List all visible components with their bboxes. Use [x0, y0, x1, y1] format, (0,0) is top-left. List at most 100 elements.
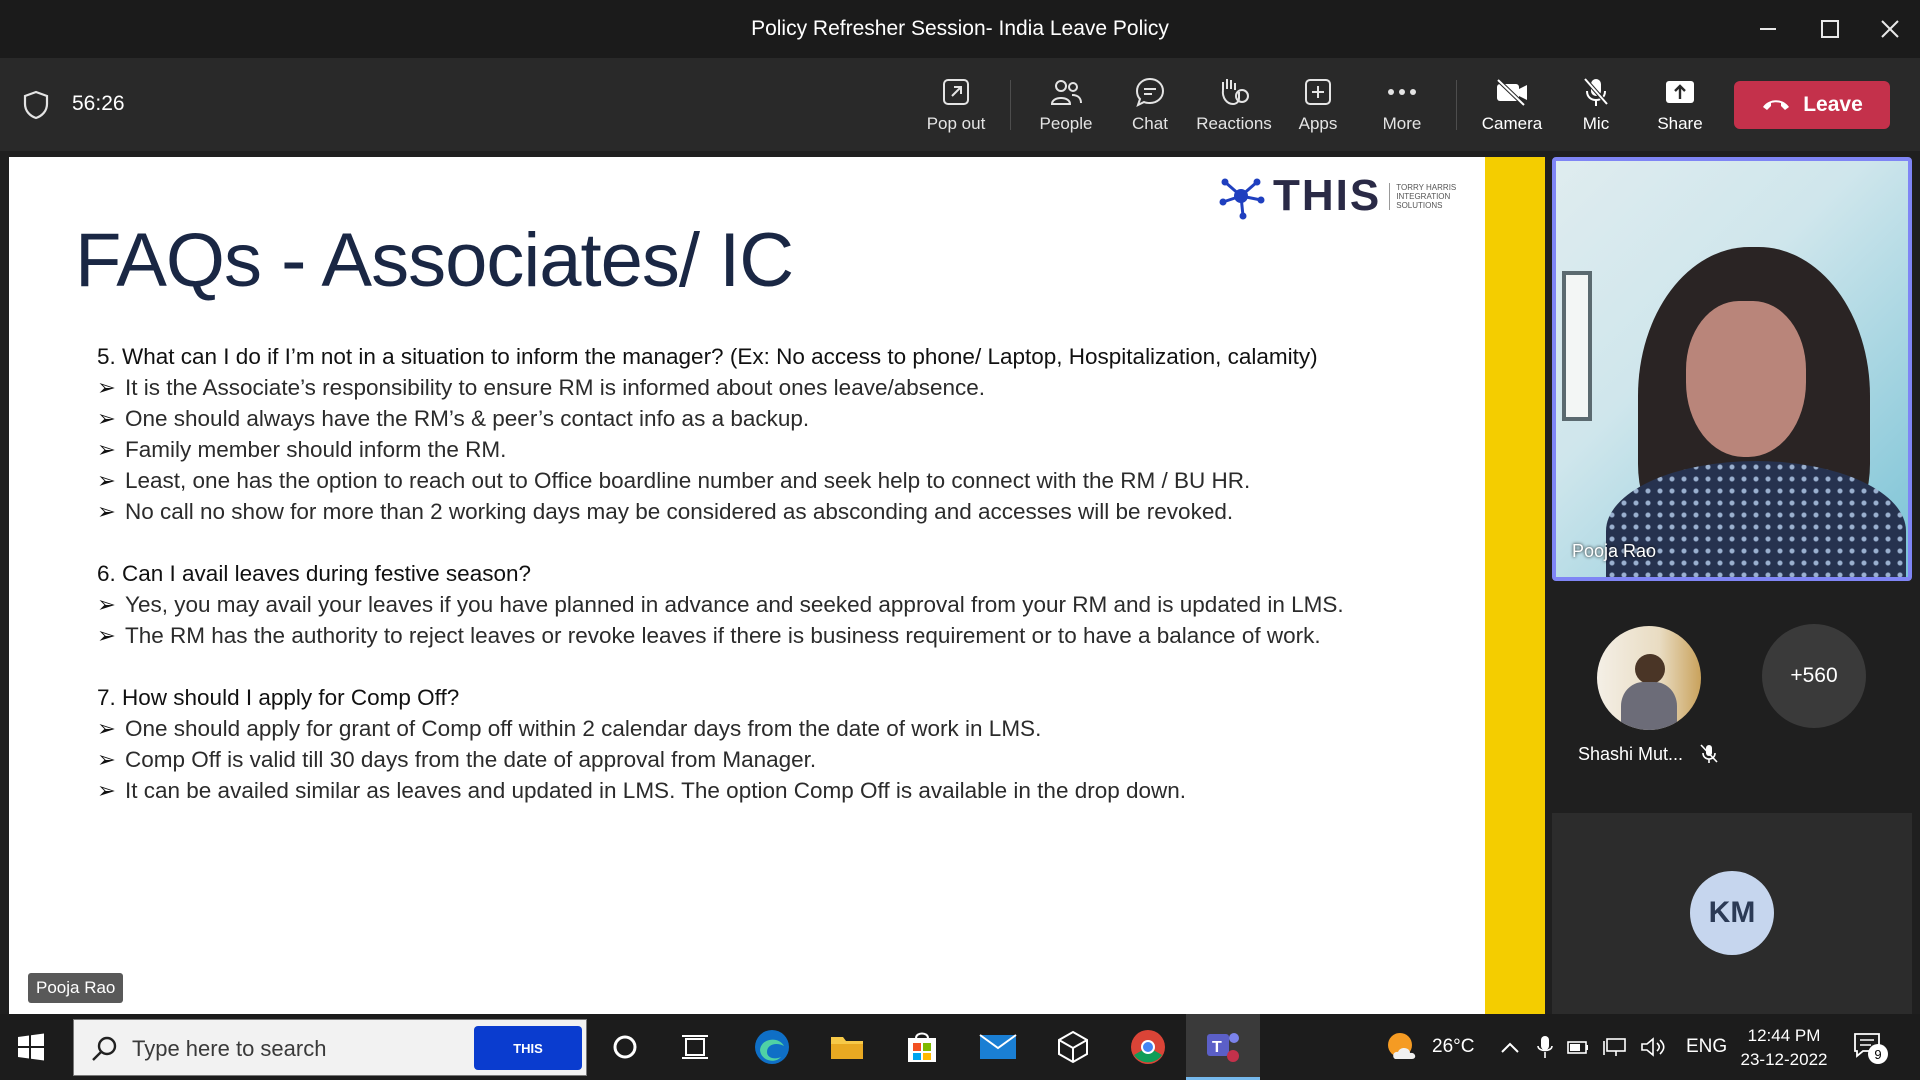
taskbar-search-box[interactable]: Type here to search THIS [73, 1019, 587, 1076]
faq-bullet: ➢ Least, one has the option to reach out … [97, 465, 1477, 496]
pop-out-button[interactable]: Pop out [914, 72, 998, 142]
file-explorer-icon[interactable] [826, 1026, 868, 1068]
faq-bullet-text: No call no show for more than 2 working … [125, 499, 1234, 524]
close-button[interactable] [1870, 12, 1910, 46]
video-name-label: Pooja Rao [1572, 541, 1657, 561]
network-icon[interactable] [1602, 1036, 1628, 1058]
camera-label: Camera [1481, 114, 1543, 133]
active-speaker-video[interactable]: Pooja Rao [1552, 157, 1912, 581]
chat-label: Chat [1132, 114, 1168, 133]
windows-start-icon[interactable] [16, 1032, 46, 1062]
leave-button[interactable]: Leave [1734, 81, 1890, 129]
background-frame [1562, 271, 1592, 421]
raise-hand-icon [1221, 79, 1249, 106]
leave-label: Leave [1803, 93, 1863, 116]
hang-up-icon [1763, 100, 1790, 110]
faq-bullet-text: Family member should inform the RM. [125, 437, 507, 462]
search-placeholder: Type here to search [132, 1036, 327, 1061]
avatar-body [1621, 682, 1677, 730]
faq-bullet-text: One should always have the RM’s & peer’s… [125, 406, 810, 431]
arrow-bullet-icon: ➢ [97, 468, 116, 493]
chrome-icon[interactable] [1127, 1026, 1169, 1068]
faq-bullet-text: Yes, you may avail your leaves if you ha… [125, 592, 1344, 617]
svg-text:T: T [1212, 1039, 1222, 1056]
cortana-icon[interactable] [604, 1026, 646, 1068]
maximize-button[interactable] [1810, 12, 1850, 46]
faq-bullet-text: Comp Off is valid till 30 days from the … [125, 747, 817, 772]
faq-question: 7. How should I apply for Comp Off? [97, 685, 460, 710]
task-view-icon[interactable] [674, 1026, 716, 1068]
people-icon [1050, 80, 1082, 105]
chat-button[interactable]: Chat [1108, 72, 1192, 142]
share-icon [1666, 81, 1694, 103]
more-button[interactable]: More [1360, 72, 1444, 142]
battery-icon[interactable] [1566, 1037, 1590, 1057]
chevron-up-icon[interactable] [1500, 1040, 1520, 1054]
arrow-bullet-icon: ➢ [97, 592, 116, 617]
microsoft-store-icon[interactable] [901, 1026, 943, 1068]
edge-browser-icon[interactable] [751, 1026, 793, 1068]
shield-icon [23, 90, 49, 120]
presenter-name-label: Pooja Rao [28, 973, 124, 1003]
apps-button[interactable]: Apps [1276, 72, 1360, 142]
apps-icon [1305, 79, 1331, 105]
volume-icon[interactable] [1640, 1036, 1666, 1058]
apps-label: Apps [1298, 114, 1338, 133]
notification-center-button[interactable]: 9 [1853, 1032, 1888, 1064]
faq-bullet: ➢ No call no show for more than 2 working… [97, 496, 1477, 527]
company-logo: THIS TORRY HARRIS INTEGRATION SOLUTIONS [1217, 171, 1456, 221]
arrow-bullet-icon: ➢ [97, 375, 116, 400]
arrow-bullet-icon: ➢ [97, 778, 116, 803]
faq-bullet: ➢ Family member should inform the RM. [97, 434, 1477, 465]
slide-title: FAQs - Associates/ IC [75, 218, 794, 303]
weather-sun-cloud-icon [1388, 1033, 1416, 1059]
faq-bullet: ➢ One should always have the RM’s & peer’… [97, 403, 1477, 434]
mail-icon[interactable] [977, 1026, 1019, 1068]
slide-body: 5. What can I do if I’m not in a situati… [97, 341, 1477, 806]
system-tray: ENG [1500, 1014, 1727, 1080]
people-button[interactable]: People [1024, 72, 1108, 142]
clock-date: 23-12-2022 [1740, 1050, 1828, 1069]
search-icon [92, 1036, 117, 1061]
logo-tag-line: INTEGRATION [1396, 191, 1451, 201]
initials-avatar: KM [1690, 871, 1774, 955]
faq-bullet: ➢ Comp Off is valid till 30 days from the… [97, 744, 1477, 775]
avatar-head [1635, 654, 1665, 684]
logo-wordmark: THIS [1273, 171, 1382, 220]
faq-bullet: ➢ One should apply for grant of Comp off … [97, 713, 1477, 744]
teams-icon[interactable]: T [1186, 1014, 1260, 1080]
system-clock[interactable]: 12:44 PM 23-12-2022 [1734, 1024, 1834, 1072]
chat-icon [1135, 77, 1165, 107]
arrow-bullet-icon: ➢ [97, 499, 116, 524]
more-icon [1388, 89, 1416, 95]
logo-tag-line: TORRY HARRIS [1396, 182, 1457, 192]
logo-network-icon [1219, 178, 1265, 220]
faq-bullet-text: The RM has the authority to reject leave… [125, 623, 1321, 648]
app-cube-icon[interactable] [1052, 1026, 1094, 1068]
overflow-participants[interactable]: +560 [1762, 624, 1866, 728]
participant-avatar[interactable] [1597, 626, 1701, 730]
participant-tile[interactable]: KM [1552, 813, 1912, 1014]
arrow-bullet-icon: ➢ [97, 623, 116, 648]
weather-temperature: 26°C [1432, 1036, 1475, 1057]
mic-button[interactable]: Mic [1554, 72, 1638, 142]
faq-question: 5. What can I do if I’m not in a situati… [97, 344, 1318, 369]
faq-question: 6. Can I avail leaves during festive sea… [97, 561, 532, 586]
weather-widget[interactable]: 26°C [1384, 1014, 1474, 1080]
search-promo-badge[interactable]: THIS [474, 1026, 582, 1070]
participant-name: Shashi Mut... [1578, 744, 1684, 764]
share-button[interactable]: Share [1638, 72, 1722, 142]
pop-out-label: Pop out [926, 114, 986, 133]
title-bar: Policy Refresher Session- India Leave Po… [0, 0, 1920, 58]
meeting-toolbar: 56:26 Pop out People Chat Reactions Apps… [0, 58, 1920, 151]
camera-button[interactable]: Camera [1470, 72, 1554, 142]
more-label: More [1382, 114, 1422, 133]
arrow-bullet-icon: ➢ [97, 716, 116, 741]
reactions-button[interactable]: Reactions [1192, 72, 1276, 142]
microphone-tray-icon[interactable] [1536, 1034, 1554, 1060]
reactions-label: Reactions [1196, 114, 1272, 133]
mic-off-icon [1583, 77, 1609, 106]
language-indicator[interactable]: ENG [1686, 1036, 1727, 1058]
minimize-button[interactable] [1748, 12, 1788, 46]
